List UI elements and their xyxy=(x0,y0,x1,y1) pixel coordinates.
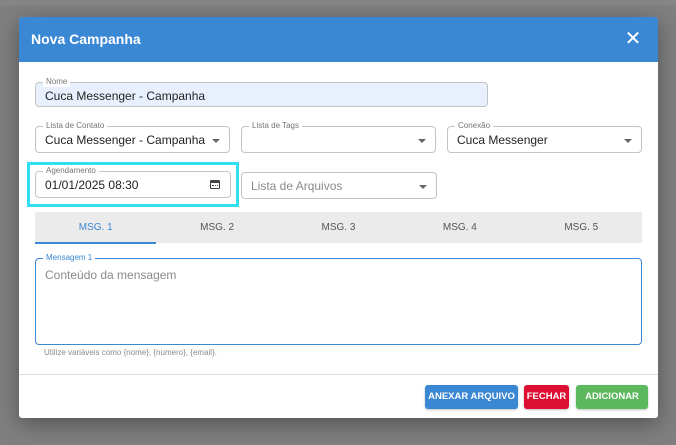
attach-file-button[interactable]: ANEXAR ARQUIVO xyxy=(425,385,518,409)
tab-msg-4[interactable]: MSG. 4 xyxy=(399,212,520,243)
lista-arquivos-select[interactable]: Lista de Arquivos xyxy=(241,172,437,199)
tab-label: MSG. 5 xyxy=(564,222,599,233)
tab-msg-1[interactable]: MSG. 1 xyxy=(35,212,156,244)
campaign-modal: Nova Campanha ✕ Nome Cuca Messenger - Ca… xyxy=(19,17,658,418)
chevron-down-icon xyxy=(624,139,632,143)
tab-msg-5[interactable]: MSG. 5 xyxy=(521,212,642,243)
tab-label: MSG. 4 xyxy=(442,222,477,233)
agendamento-input[interactable]: Agendamento 01/01/2025 08:30 xyxy=(35,166,231,198)
agendamento-label: Agendamento xyxy=(43,166,99,176)
lista-arquivos-placeholder: Lista de Arquivos xyxy=(251,179,343,193)
tab-label: MSG. 3 xyxy=(321,222,356,233)
lista-contato-value: Cuca Messenger - Campanha xyxy=(45,133,206,147)
message-textarea[interactable]: Mensagem 1 Conteúdo da mensagem xyxy=(35,253,642,345)
tab-label: MSG. 1 xyxy=(78,222,113,233)
lista-tags-label: Lista de Tags xyxy=(249,121,302,131)
message-tabs: MSG. 1 MSG. 2 MSG. 3 MSG. 4 MSG. 5 xyxy=(35,212,642,244)
tab-label: MSG. 2 xyxy=(200,222,235,233)
message-hint: Utilize variáveis como {nome}, {numero},… xyxy=(44,348,217,357)
active-tab-indicator xyxy=(35,242,156,244)
close-icon[interactable]: ✕ xyxy=(622,29,644,51)
lista-contato-select[interactable]: Lista de Contato Cuca Messenger - Campan… xyxy=(35,121,230,153)
conexao-select[interactable]: Conexão Cuca Messenger xyxy=(447,121,642,153)
agendamento-value: 01/01/2025 08:30 xyxy=(45,178,139,192)
modal-header: Nova Campanha ✕ xyxy=(19,17,658,62)
message-label: Mensagem 1 xyxy=(43,253,96,263)
tab-msg-2[interactable]: MSG. 2 xyxy=(156,212,277,243)
modal-title: Nova Campanha xyxy=(31,31,141,47)
footer-divider xyxy=(19,374,658,375)
nome-field[interactable]: Nome Cuca Messenger - Campanha xyxy=(35,77,488,107)
backdrop xyxy=(0,0,676,6)
conexao-label: Conexão xyxy=(455,121,494,131)
lista-contato-label: Lista de Contato xyxy=(43,121,108,131)
lista-tags-select[interactable]: Lista de Tags xyxy=(241,121,436,153)
conexao-value: Cuca Messenger xyxy=(457,133,548,147)
close-button[interactable]: FECHAR xyxy=(524,385,569,409)
add-button[interactable]: ADICIONAR xyxy=(576,385,648,409)
tab-msg-3[interactable]: MSG. 3 xyxy=(278,212,399,243)
chevron-down-icon xyxy=(419,185,427,189)
chevron-down-icon xyxy=(212,139,220,143)
message-placeholder: Conteúdo da mensagem xyxy=(45,268,177,282)
nome-label: Nome xyxy=(43,77,71,87)
chevron-down-icon xyxy=(418,139,426,143)
calendar-icon[interactable] xyxy=(210,180,220,189)
nome-value: Cuca Messenger - Campanha xyxy=(45,89,206,103)
